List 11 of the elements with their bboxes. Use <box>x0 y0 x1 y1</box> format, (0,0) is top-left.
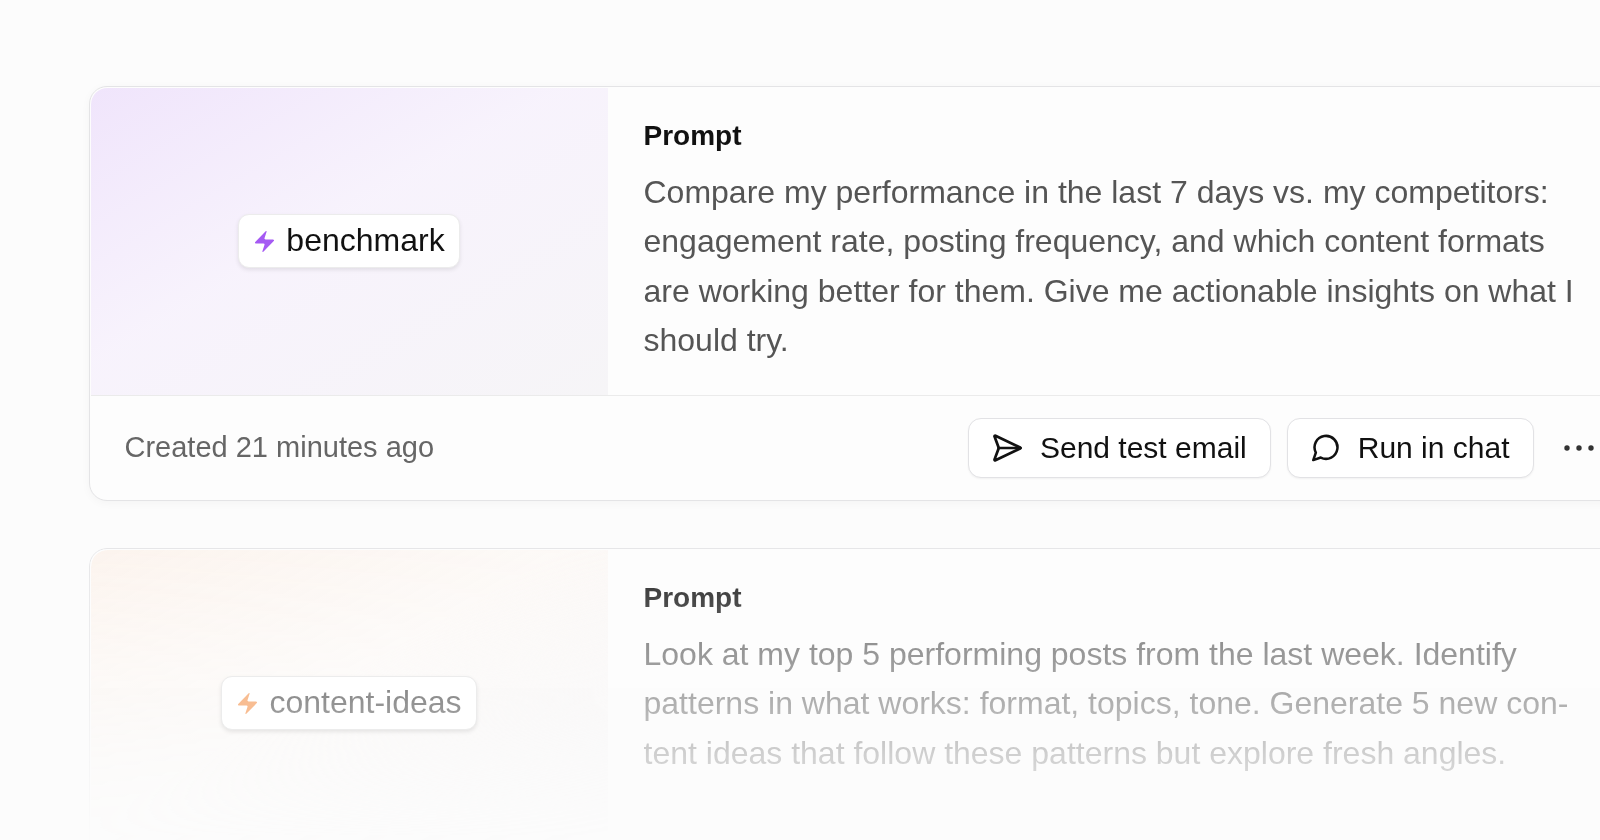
tag-label: benchmark <box>286 221 445 258</box>
prompt-heading: Prompt <box>643 582 742 613</box>
paper-plane-icon <box>992 433 1022 462</box>
prompt-heading: Prompt <box>643 120 742 151</box>
chat-button[interactable]: Run in chat <box>1286 417 1534 478</box>
send-button[interactable]: Send test email <box>967 417 1271 478</box>
created-time: Created 21 minutes ago <box>124 431 435 464</box>
speech-bubble-icon <box>1311 433 1340 462</box>
ellipsis-icon <box>1563 444 1594 451</box>
tag-label: content-ideas <box>269 683 462 720</box>
prompt-text: Compare my performance in the last 7 days vs. my competitors: engagement rate, posting frequency, and which content formats are working better for them. Give me actionable insights on what I should try. <box>643 172 1575 361</box>
